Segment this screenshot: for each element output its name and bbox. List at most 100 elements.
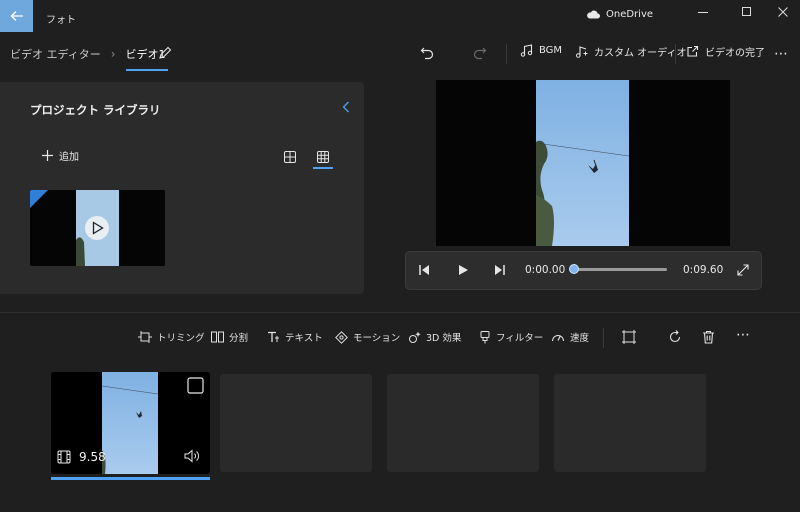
- library-title: プロジェクト ライブラリ: [30, 103, 161, 117]
- skip-forward-icon: [495, 265, 505, 275]
- custom-audio-label: カスタム オーディオ: [594, 48, 687, 59]
- pencil-icon: [159, 46, 172, 59]
- split-button[interactable]: 分割: [211, 330, 248, 344]
- redo-button[interactable]: [473, 46, 487, 63]
- empty-clip-slot[interactable]: [554, 374, 706, 472]
- breadcrumb-root[interactable]: ビデオ エディター: [10, 46, 101, 62]
- storyboard-more-button[interactable]: ⋯: [736, 327, 750, 343]
- fullscreen-button[interactable]: [735, 262, 751, 278]
- undo-button[interactable]: [420, 46, 434, 63]
- maximize-icon: [742, 7, 751, 16]
- total-time: 0:09.60: [683, 264, 724, 276]
- rename-button[interactable]: [158, 46, 172, 63]
- music-note-icon: [520, 44, 533, 57]
- trim-button[interactable]: トリミング: [138, 330, 205, 344]
- active-view-indicator: [313, 167, 333, 169]
- minimize-button[interactable]: [686, 0, 720, 24]
- chevron-right-icon: ›: [110, 47, 116, 61]
- add-media-button[interactable]: 追加: [42, 148, 79, 163]
- speed-button[interactable]: 速度: [551, 330, 589, 344]
- filter-label: フィルター: [496, 333, 544, 344]
- delete-button[interactable]: [702, 330, 715, 347]
- maximize-button[interactable]: [730, 0, 764, 24]
- redo-icon: [473, 47, 487, 60]
- clip-volume-button[interactable]: [184, 449, 200, 466]
- plus-icon: [42, 150, 53, 161]
- more-icon: ⋯: [774, 46, 789, 62]
- grid-large-icon: [284, 151, 296, 163]
- motion-label: モーション: [353, 333, 401, 344]
- filter-button[interactable]: フィルター: [479, 330, 543, 344]
- speed-label: 速度: [570, 333, 590, 344]
- section-divider: [0, 312, 800, 313]
- chevron-left-icon: [342, 101, 349, 113]
- previous-frame-button[interactable]: [416, 262, 432, 278]
- export-icon: [687, 45, 699, 57]
- text-button[interactable]: テキスト: [267, 330, 323, 344]
- sparkle-icon: [409, 331, 421, 343]
- 3d-effects-label: 3D 効果: [426, 333, 462, 344]
- trash-icon: [703, 330, 714, 344]
- large-grid-view-toggle[interactable]: [280, 149, 300, 165]
- crop-icon: [622, 330, 636, 344]
- trim-icon: [138, 331, 152, 343]
- motion-icon: [335, 330, 348, 344]
- arrow-left-icon: [10, 11, 23, 21]
- split-label: 分割: [229, 333, 249, 344]
- text-label: テキスト: [285, 333, 323, 344]
- next-frame-button[interactable]: [492, 262, 508, 278]
- rotate-icon: [669, 330, 681, 343]
- filter-icon: [480, 330, 490, 343]
- library-media-item[interactable]: [30, 190, 165, 266]
- add-label: 追加: [59, 152, 79, 163]
- empty-clip-slot[interactable]: [387, 374, 539, 472]
- empty-clip-slot[interactable]: [220, 374, 372, 472]
- play-button[interactable]: [455, 262, 471, 278]
- breadcrumb: ビデオ エディター › ビデオ1: [10, 46, 168, 71]
- toolbar-separator: [506, 44, 507, 64]
- split-icon: [211, 331, 224, 343]
- finish-video-label: ビデオの完了: [705, 48, 765, 59]
- speedometer-icon: [552, 335, 564, 342]
- seek-bar[interactable]: [574, 268, 667, 271]
- bgm-button[interactable]: BGM: [520, 44, 562, 57]
- skip-back-icon: [419, 265, 429, 275]
- play-icon: [459, 265, 468, 275]
- film-icon: [57, 450, 71, 467]
- current-time: 0:00.00: [525, 264, 566, 276]
- motion-button[interactable]: モーション: [335, 330, 400, 344]
- text-icon: [268, 331, 279, 342]
- expand-icon: [737, 264, 749, 276]
- onedrive-label: OneDrive: [606, 9, 654, 20]
- grid-small-icon: [317, 151, 329, 163]
- clip-duration: 9.58: [79, 450, 106, 464]
- seek-thumb[interactable]: [569, 264, 579, 274]
- clip-select-checkbox[interactable]: [187, 378, 202, 393]
- close-icon: [778, 7, 788, 17]
- toolbar-separator: [675, 44, 676, 64]
- finish-video-button[interactable]: ビデオの完了: [686, 44, 765, 59]
- undo-icon: [420, 47, 434, 60]
- rotate-button[interactable]: [668, 330, 682, 347]
- small-grid-view-toggle[interactable]: [313, 149, 333, 165]
- bgm-label: BGM: [539, 45, 563, 56]
- cloud-icon: [587, 10, 600, 19]
- more-icon: ⋯: [736, 327, 750, 343]
- onedrive-status[interactable]: OneDrive: [586, 9, 653, 20]
- video-frame: [436, 80, 730, 246]
- app-title: フォト: [46, 15, 76, 26]
- crop-button[interactable]: [622, 330, 636, 347]
- speaker-icon: [184, 449, 199, 463]
- media-thumbnail: [30, 190, 165, 266]
- audio-note-icon: [576, 46, 588, 58]
- collapse-library-button[interactable]: [342, 101, 350, 117]
- selected-clip-indicator: [51, 477, 210, 480]
- minimize-icon: [698, 12, 708, 13]
- trim-label: トリミング: [157, 333, 205, 344]
- video-preview[interactable]: [436, 80, 730, 246]
- close-button[interactable]: [766, 0, 800, 24]
- more-options-button[interactable]: ⋯: [774, 46, 789, 62]
- custom-audio-button[interactable]: カスタム オーディオ: [575, 44, 686, 59]
- 3d-effects-button[interactable]: 3D 効果: [408, 330, 461, 344]
- back-button[interactable]: [0, 0, 33, 32]
